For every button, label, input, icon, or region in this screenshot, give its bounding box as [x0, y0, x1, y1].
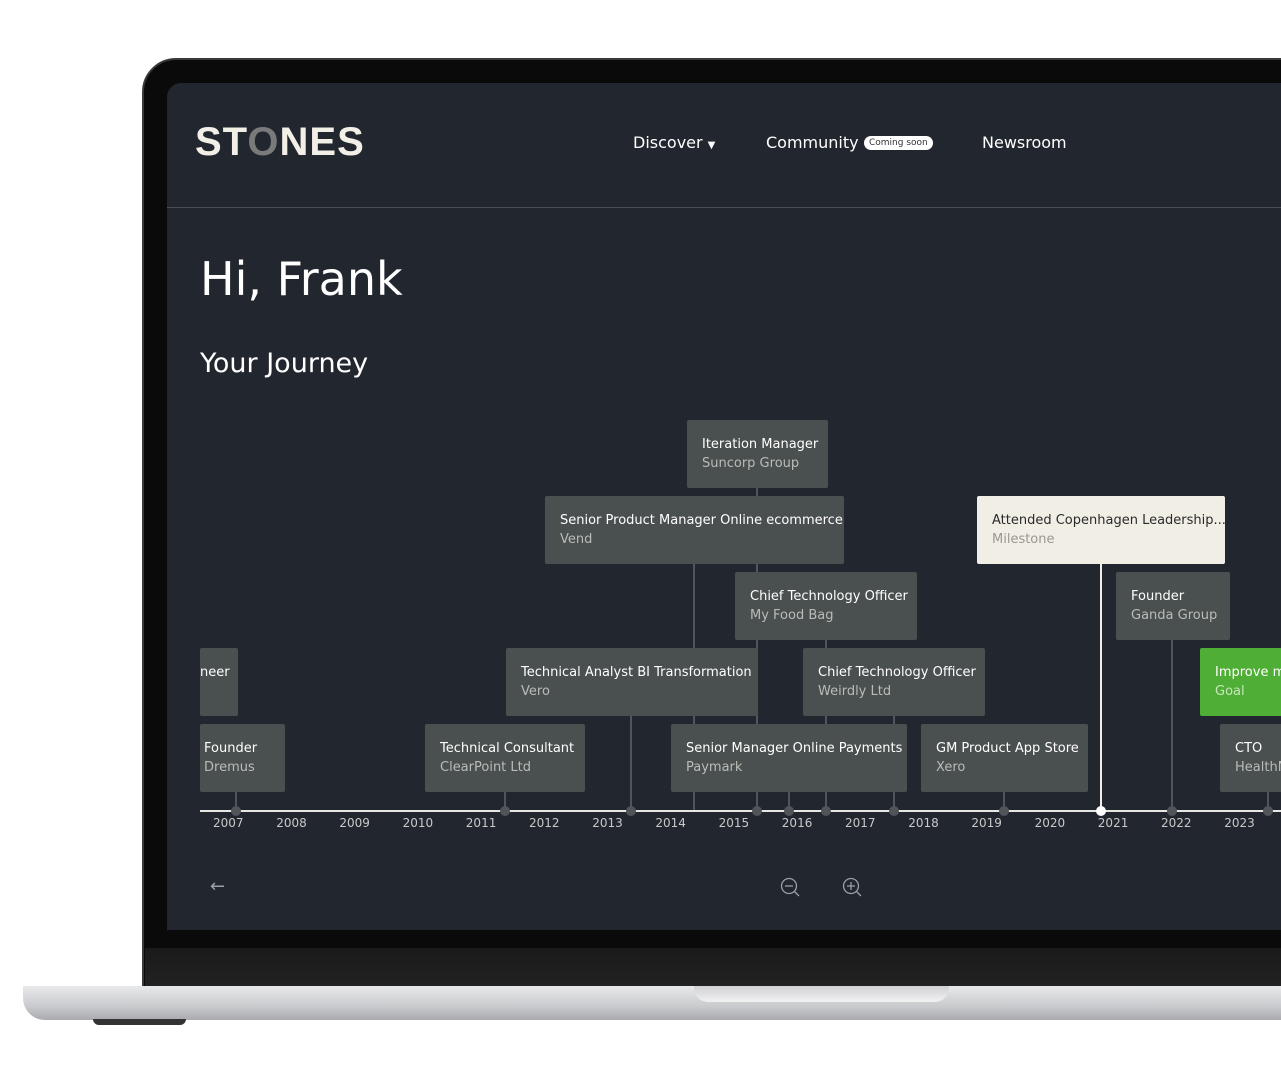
timeline-card[interactable]: Chief Technology Officer My Food Bag: [735, 572, 917, 640]
year-label: 2014: [655, 816, 686, 830]
timeline-card[interactable]: GM Product App Store Xero: [921, 724, 1088, 792]
laptop-base: [23, 986, 1281, 1020]
year-label: 2011: [465, 816, 497, 830]
laptop-chin: [145, 948, 1281, 988]
goal-card[interactable]: Improve m Goal: [1200, 648, 1281, 716]
nav-newsroom[interactable]: Newsroom: [982, 133, 1067, 152]
timeline-card[interactable]: Iteration Manager Suncorp Group: [687, 420, 828, 488]
section-title: Your Journey: [200, 348, 369, 379]
year-label: 2013: [592, 816, 623, 830]
year-label: 2015: [718, 816, 750, 830]
year-label: 2023: [1224, 816, 1255, 830]
timeline-card[interactable]: Senior Manager Online Payments Paymark: [671, 724, 907, 792]
milestone-card[interactable]: Attended Copenhagen Leadership... Milesto…: [977, 496, 1225, 564]
year-label: 2008: [276, 816, 307, 830]
back-arrow-icon[interactable]: ←: [210, 876, 225, 897]
laptop-foot: [93, 1019, 186, 1025]
timeline-card[interactable]: Chief Technology Officer Weirdly Ltd: [803, 648, 985, 716]
timeline-card[interactable]: neer: [200, 648, 238, 716]
timeline-card[interactable]: Senior Product Manager Online ecommerce V…: [545, 496, 844, 564]
timeline-card[interactable]: Technical Analyst BI Transformation Vero: [506, 648, 758, 716]
year-label: 2019: [971, 816, 1002, 830]
header-divider: [167, 207, 1281, 208]
nav-community[interactable]: Community: [766, 133, 859, 152]
coming-soon-badge: Coming soon: [864, 136, 933, 150]
zoom-out-icon[interactable]: [780, 877, 802, 899]
timeline-axis: [200, 810, 1281, 812]
greeting: Hi, Frank: [200, 252, 403, 306]
year-label: 2017: [845, 816, 876, 830]
laptop-notch: [694, 986, 949, 1002]
year-label: 2007: [213, 816, 244, 830]
year-label: 2012: [529, 816, 560, 830]
year-label: 2021: [1097, 816, 1129, 830]
year-label: 2010: [402, 816, 434, 830]
year-label: 2009: [339, 816, 370, 830]
year-label: 2022: [1161, 816, 1192, 830]
zoom-in-icon[interactable]: [842, 877, 864, 899]
chevron-down-icon: ▼: [707, 140, 716, 151]
timeline-card[interactable]: CTOHealthN: [1220, 724, 1281, 792]
timeline-card[interactable]: Founder Ganda Group: [1116, 572, 1230, 640]
logo[interactable]: STONES: [195, 120, 365, 165]
year-label: 2016: [781, 816, 813, 830]
year-label: 2020: [1034, 816, 1066, 830]
nav-discover[interactable]: Discover ▼: [633, 133, 715, 152]
year-label: 2018: [908, 816, 939, 830]
timeline-card[interactable]: Founder Dremus: [200, 724, 285, 792]
timeline-card[interactable]: Technical Consultant ClearPoint Ltd: [425, 724, 585, 792]
nav-discover-label: Discover: [633, 133, 703, 152]
